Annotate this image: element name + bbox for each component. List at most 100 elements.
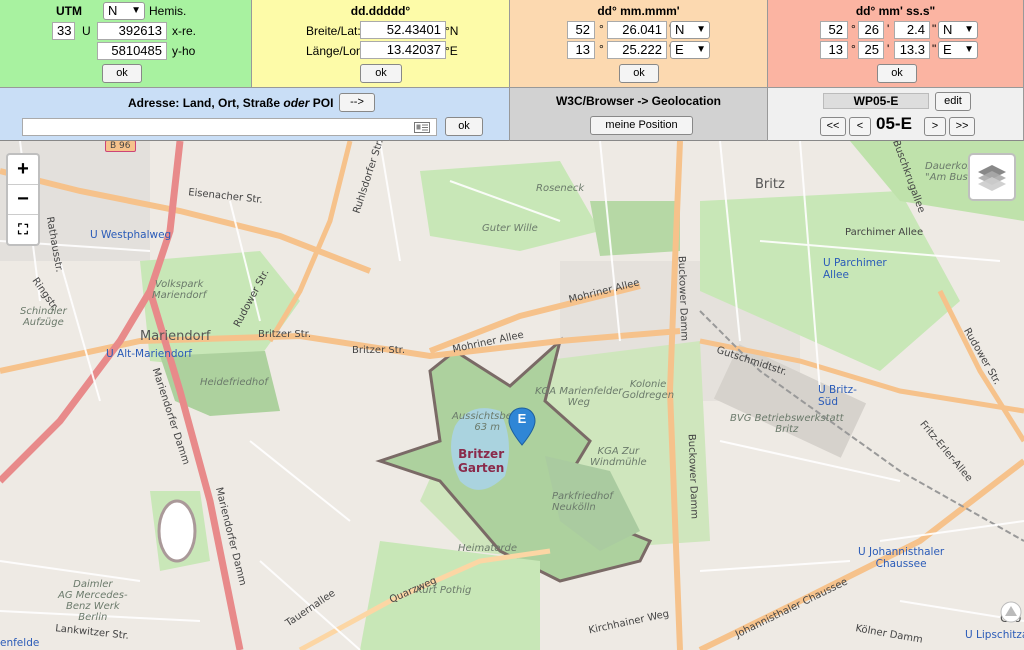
dmm-lat-min-input[interactable]: 26.041 — [607, 21, 667, 39]
label-daimler: Daimler AG Mercedes- Benz Werk Berlin — [58, 579, 128, 623]
label-kolonie-goldregen: Kolonie Goldregen — [622, 379, 675, 401]
geolocation-panel: W3C/Browser -> Geolocation meine Positio… — [510, 88, 768, 141]
chevron-down-icon: ▼ — [131, 5, 141, 16]
place-mariendorf: Mariendorf — [140, 329, 211, 344]
waypoint-last-button[interactable]: >> — [949, 117, 975, 136]
dmm-lon-hemi-select[interactable]: E ▼ — [670, 41, 710, 59]
zoom-out-button[interactable]: − — [8, 185, 38, 215]
label-kga-marienfelder: KGA Marienfelder Weg — [535, 386, 623, 408]
dd-lat-input[interactable]: 52.43401 — [360, 21, 446, 39]
dmm-lat-deg-input[interactable]: 52 — [567, 21, 595, 39]
station-enfelde[interactable]: enfelde — [0, 637, 39, 649]
street-britzer-str: Britzer Str. — [258, 329, 312, 340]
dms-ok-button[interactable]: ok — [877, 64, 917, 83]
waypoint-panel: WP05-E edit << < 05-E > >> — [768, 88, 1024, 141]
address-ok-button[interactable]: ok — [445, 117, 483, 136]
dms-title: dd° mm' ss.s" — [855, 4, 936, 18]
station-westphalweg[interactable]: U Westphalweg — [90, 229, 171, 241]
dms-lat-hemi-select[interactable]: N ▼ — [938, 21, 978, 39]
zoom-control: + − ⛶ — [6, 153, 40, 246]
fullscreen-button[interactable]: ⛶ — [8, 215, 38, 244]
station-parchimer-allee[interactable]: U Parchimer Allee — [823, 257, 887, 281]
utm-ok-button[interactable]: ok — [102, 64, 142, 83]
zoom-in-button[interactable]: + — [8, 155, 38, 185]
dmm-lon-deg-input[interactable]: 13 — [567, 41, 595, 59]
utm-panel: UTM N ▼ Hemis. 33 U 392613 x-re. 5810485 … — [0, 0, 252, 88]
chevron-down-icon: ▼ — [696, 44, 706, 55]
chevron-down-icon: ▼ — [696, 24, 706, 35]
utm-easting-input[interactable]: 392613 — [97, 22, 167, 40]
utm-easting-label: x-re. — [172, 24, 196, 38]
label-volkspark: Volkspark Mariendorf — [152, 279, 207, 301]
hemisphere-select[interactable]: N ▼ — [103, 2, 145, 20]
address-label-oder: oder — [283, 96, 310, 110]
label-heimaterde: Heimaterde — [458, 543, 518, 554]
station-britz-sued[interactable]: U Britz- Süd — [818, 384, 857, 408]
layers-control-button[interactable] — [968, 153, 1016, 201]
geolocation-title: W3C/Browser -> Geolocation — [555, 94, 722, 108]
contact-card-icon[interactable] — [414, 122, 430, 133]
label-guter-wille: Guter Wille — [482, 223, 538, 234]
dmm-ok-button[interactable]: ok — [619, 64, 659, 83]
map-control-partial-icon[interactable] — [1000, 601, 1022, 623]
dms-lat-hemi-value: N — [943, 22, 953, 37]
degree-symbol: ° — [851, 42, 856, 56]
dms-lat-sec-input[interactable]: 2.4 — [894, 21, 930, 39]
waypoint-next-button[interactable]: > — [924, 117, 946, 136]
second-symbol: " — [932, 22, 937, 36]
dms-lon-sec-input[interactable]: 13.3 — [894, 41, 930, 59]
waypoint-edit-button[interactable]: edit — [935, 92, 971, 111]
utm-band-label: U — [82, 24, 91, 38]
address-label: Adresse: Land, Ort, Straße oder POI — [128, 96, 333, 110]
dms-lat-deg-input[interactable]: 52 — [820, 21, 848, 39]
utm-zone-input[interactable]: 33 — [52, 22, 75, 40]
label-bvg: BVG Betriebswerkstatt Britz — [730, 413, 844, 435]
label-parkfriedhof: Parkfriedhof Neukölln — [552, 491, 613, 513]
chevron-down-icon: ▼ — [964, 44, 974, 55]
marker-label: E — [517, 411, 527, 426]
dd-title: dd.ddddd° — [350, 4, 411, 18]
street-parchimer: Parchimer Allee — [845, 227, 924, 238]
dms-lon-hemi-select[interactable]: E ▼ — [938, 41, 978, 59]
station-lipschitzallee[interactable]: U Lipschitzal — [965, 629, 1024, 641]
waypoint-name-field[interactable]: WP05-E — [823, 93, 929, 109]
road-shield-b96: B 96 — [105, 141, 136, 152]
address-label-poi: POI — [309, 96, 334, 110]
waypoint-first-button[interactable]: << — [820, 117, 846, 136]
second-symbol: " — [932, 42, 937, 56]
racetrack — [157, 499, 197, 563]
label-schindler: Schindler Aufzüge — [20, 306, 67, 328]
dd-ok-button[interactable]: ok — [360, 64, 402, 83]
address-input[interactable] — [22, 118, 437, 136]
utm-northing-input[interactable]: 5810485 — [97, 42, 167, 60]
label-britzer-garten: Britzer Garten — [458, 447, 505, 475]
label-kga-windmuehle: KGA Zur Windmühle — [590, 446, 647, 468]
minute-symbol: ' — [887, 42, 890, 56]
dd-lon-input[interactable]: 13.42037 — [360, 41, 446, 59]
dms-lon-deg-input[interactable]: 13 — [820, 41, 848, 59]
minute-symbol: ' — [887, 22, 890, 36]
degree-symbol: ° — [599, 42, 604, 56]
dmm-lat-hemi-value: N — [675, 22, 685, 37]
my-position-button[interactable]: meine Position — [590, 116, 693, 135]
dmm-lon-min-input[interactable]: 25.222 — [607, 41, 667, 59]
station-alt-mariendorf[interactable]: U Alt-Mariendorf — [106, 348, 192, 360]
chevron-down-icon: ▼ — [964, 24, 974, 35]
degrees-decimal-minutes-panel: dd° mm.mmm' 52 ° 26.041 ' N▼ 13 ° 25.222… — [510, 0, 768, 88]
dms-lon-hemi-value: E — [943, 42, 952, 57]
dms-lat-min-input[interactable]: 26 — [858, 21, 884, 39]
dms-lon-min-input[interactable]: 25 — [858, 41, 884, 59]
hemisphere-value: N — [108, 3, 118, 18]
waypoint-prev-button[interactable]: < — [849, 117, 871, 136]
waypoint-current-label: 05-E — [876, 114, 912, 133]
place-britz: Britz — [755, 177, 785, 192]
station-johannisthaler[interactable]: U Johannisthaler Chaussee — [858, 546, 944, 570]
address-search-panel: Adresse: Land, Ort, Straße oder POI --> … — [0, 88, 510, 141]
utm-title: UTM — [56, 4, 82, 18]
map-view[interactable]: B 96 U Westphalweg Mariendorf U Alt-Mari… — [0, 141, 1024, 650]
address-search-arrow-button[interactable]: --> — [339, 93, 375, 112]
degree-symbol: ° — [851, 22, 856, 36]
dmm-lat-hemi-select[interactable]: N ▼ — [670, 21, 710, 39]
label-heidefriedhof: Heidefriedhof — [200, 377, 268, 388]
lat-label: Breite/Lat: — [306, 24, 361, 38]
